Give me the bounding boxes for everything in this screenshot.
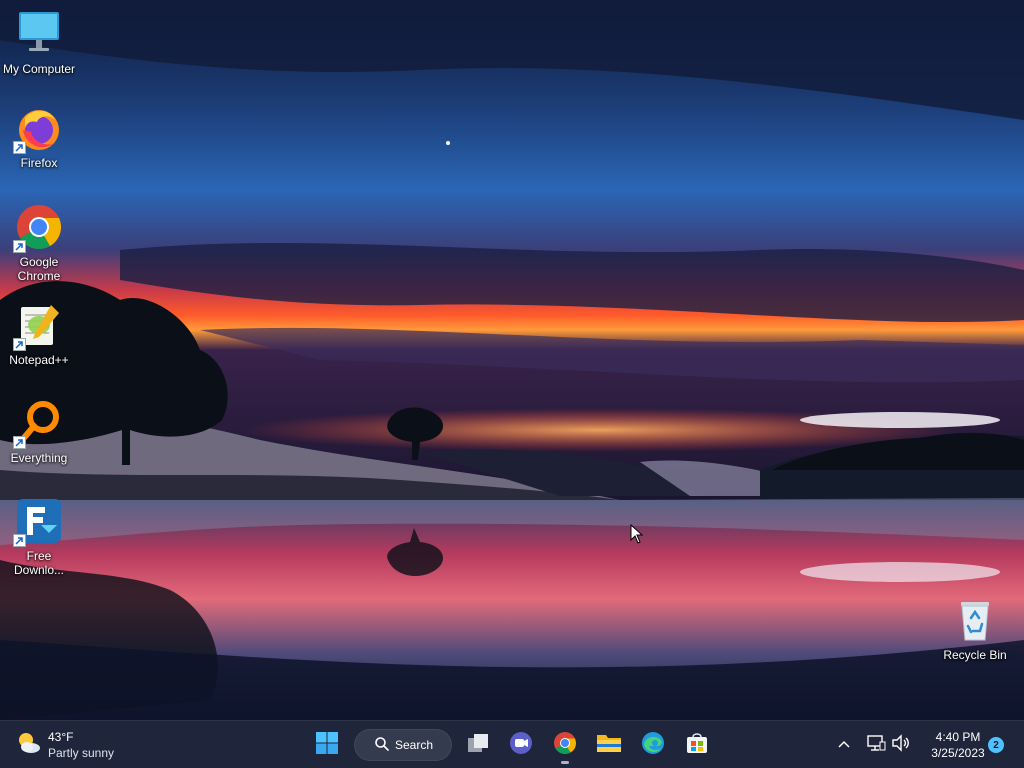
chrome-icon (553, 731, 577, 760)
firefox-icon (13, 104, 63, 154)
taskbar: 43°F Partly sunny Search 4:40 PM 3/25/20… (0, 720, 1024, 768)
windows-start-icon (315, 731, 339, 760)
volume-button[interactable] (889, 733, 913, 757)
desktop-icon-label: Google Chrome (17, 255, 61, 283)
shortcut-arrow-icon (13, 338, 26, 351)
shortcut-arrow-icon (13, 240, 26, 253)
volume-icon (891, 733, 911, 757)
show-hidden-icons-button[interactable] (832, 733, 856, 757)
desktop-icon-notepadpp[interactable]: Notepad++ (1, 301, 77, 367)
recycle-bin-icon (951, 596, 999, 644)
shortcut-arrow-icon (13, 436, 26, 449)
search-label: Search (395, 738, 434, 752)
desktop-icon-label: Firefox (20, 156, 58, 170)
edge-icon (641, 731, 665, 760)
clock-time: 4:40 PM (935, 730, 981, 744)
mouse-cursor-icon (630, 523, 644, 549)
store-icon (685, 731, 709, 760)
start-button[interactable] (307, 725, 347, 765)
desktop-icon-google-chrome[interactable]: Google Chrome (1, 203, 77, 283)
notepadpp-icon (13, 301, 63, 351)
network-button[interactable] (864, 733, 888, 757)
folder-icon (596, 732, 622, 759)
chrome-taskbar-button[interactable] (545, 725, 585, 765)
microsoft-store-button[interactable] (677, 725, 717, 765)
file-explorer-button[interactable] (589, 725, 629, 765)
desktop-icon-free-download-manager[interactable]: Free Downlo... (1, 497, 77, 577)
task-view-button[interactable] (458, 725, 498, 765)
everything-search-icon (13, 399, 63, 449)
desktop-icon-firefox[interactable]: Firefox (1, 104, 77, 170)
search-icon (375, 736, 389, 754)
teams-chat-icon (509, 731, 533, 760)
taskbar-clock[interactable]: 4:40 PM 3/25/2023 (920, 729, 996, 761)
shortcut-arrow-icon (13, 534, 26, 547)
chrome-icon (13, 203, 63, 253)
notification-count-badge[interactable]: 2 (988, 737, 1004, 753)
desktop-icon-label: My Computer (2, 62, 76, 76)
taskbar-search-button[interactable]: Search (354, 729, 452, 761)
desktop-icon-everything[interactable]: Everything (1, 399, 77, 465)
desktop-wallpaper (0, 0, 1024, 720)
task-view-icon (466, 732, 490, 759)
clock-date: 3/25/2023 (931, 746, 985, 760)
weather-widget[interactable]: 43°F Partly sunny (16, 727, 136, 763)
teams-chat-button[interactable] (501, 725, 541, 765)
shortcut-arrow-icon (13, 141, 26, 154)
free-download-manager-icon (13, 497, 63, 547)
monitor-icon (15, 10, 63, 58)
chevron-up-icon (837, 736, 851, 754)
network-icon (866, 734, 886, 757)
running-indicator (561, 761, 569, 764)
desktop-icon-my-computer[interactable]: My Computer (1, 10, 77, 76)
desktop-icon-label: Everything (10, 451, 68, 465)
weather-temperature: 43°F (48, 730, 74, 744)
partly-sunny-icon (16, 730, 42, 761)
desktop-icon-label: Recycle Bin (943, 648, 1007, 662)
edge-button[interactable] (633, 725, 673, 765)
desktop-icon-label: Notepad++ (9, 353, 69, 367)
desktop-icon-recycle-bin[interactable]: Recycle Bin (937, 596, 1013, 662)
weather-condition: Partly sunny (48, 746, 115, 760)
desktop-icon-label: Free Downlo... (13, 549, 65, 577)
